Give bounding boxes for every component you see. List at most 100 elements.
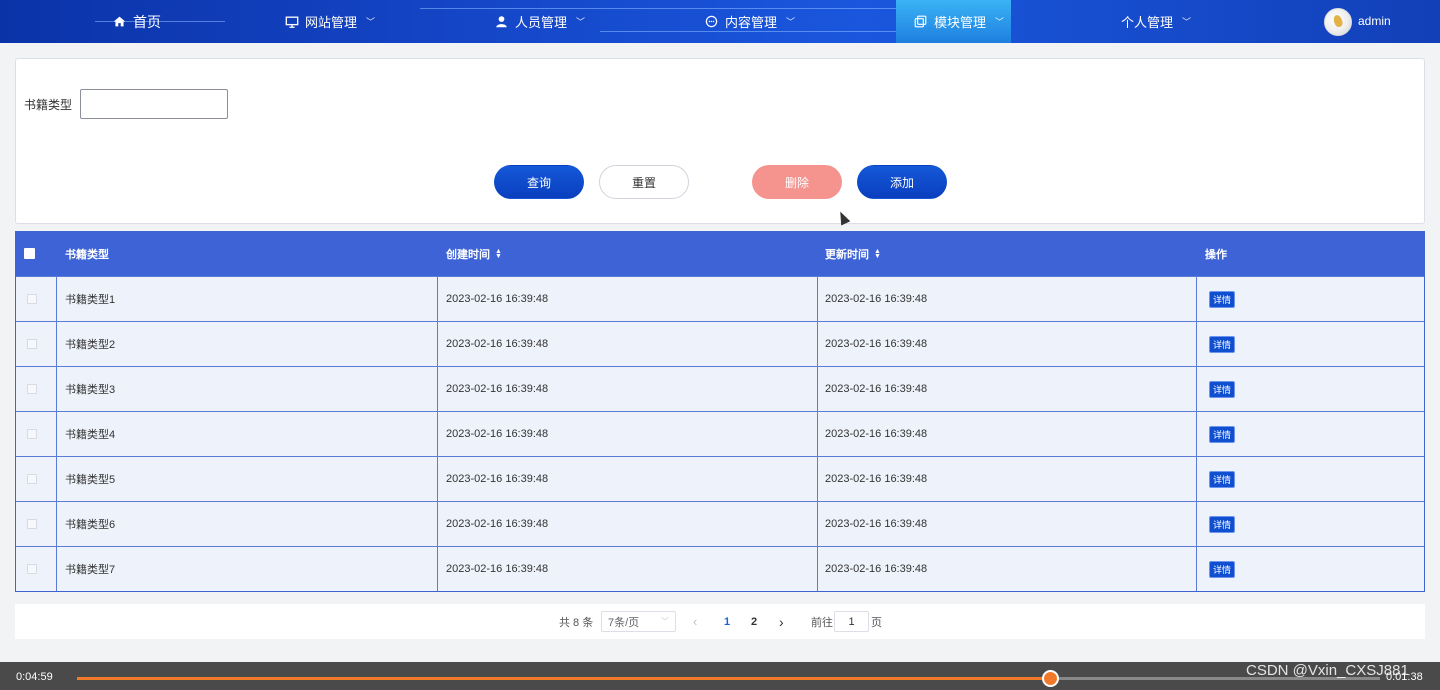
column-divider (437, 367, 438, 411)
book-type-input[interactable] (80, 89, 228, 119)
sort-icon[interactable]: ▲ ▼ (495, 248, 502, 260)
column-header-label: 操作 (1205, 249, 1227, 261)
column-divider (437, 457, 438, 501)
cell-updated: 2023-02-16 16:39:48 (825, 428, 928, 440)
column-divider (817, 322, 818, 366)
cell-type: 书籍类型7 (65, 564, 116, 576)
detail-button[interactable]: 详情 (1209, 471, 1235, 488)
nav-item-personal[interactable]: 个人管理 ﹀ (1121, 0, 1191, 43)
progress-track[interactable] (77, 670, 1380, 687)
detail-button[interactable]: 详情 (1209, 561, 1235, 578)
chevron-down-icon: ﹀ (576, 17, 586, 27)
total-count: 共 8 条 (559, 616, 594, 629)
cell-updated: 2023-02-16 16:39:48 (825, 293, 928, 305)
column-divider (1196, 367, 1197, 411)
column-divider (437, 502, 438, 546)
column-divider (437, 277, 438, 321)
chevron-down-icon: ﹀ (366, 17, 376, 27)
nav-item-website[interactable]: 网站管理 ﹀ (285, 0, 375, 43)
nav-item-content[interactable]: 内容管理 ﹀ (705, 0, 795, 43)
chevron-down-icon: ﹀ (786, 17, 796, 27)
next-page-icon[interactable]: › (779, 604, 784, 639)
goto-suffix: 页 (871, 616, 882, 629)
row-checkbox[interactable] (27, 429, 37, 439)
add-button[interactable]: 添加 (857, 165, 947, 199)
page-size-select[interactable]: 7条/页 ﹀ (601, 611, 676, 632)
column-divider (56, 547, 57, 591)
table-row: 书籍类型6 2023-02-16 16:39:48 2023-02-16 16:39… (16, 501, 1424, 546)
table-row: 书籍类型4 2023-02-16 16:39:48 2023-02-16 16:39… (16, 411, 1424, 456)
detail-button[interactable]: 详情 (1209, 381, 1235, 398)
column-header-label: 创建时间 (446, 249, 490, 261)
column-divider (817, 412, 818, 456)
cell-created: 2023-02-16 16:39:48 (446, 383, 549, 395)
row-checkbox[interactable] (27, 564, 37, 574)
username[interactable]: admin (1358, 14, 1391, 28)
current-time: 0:04:59 (16, 671, 53, 683)
row-checkbox[interactable] (27, 294, 37, 304)
progress-fill (77, 677, 1050, 680)
detail-button[interactable]: 详情 (1209, 426, 1235, 443)
page-number[interactable]: 1 (719, 604, 735, 639)
nav-item-label: 内容管理 (725, 15, 778, 30)
cell-type: 书籍类型1 (65, 294, 116, 306)
detail-button[interactable]: 详情 (1209, 516, 1235, 533)
column-header-type: 书籍类型 (65, 232, 109, 276)
goto-page-input[interactable]: 1 (834, 611, 869, 632)
watermark: CSDN @Vxin_CXSJ881 (1246, 662, 1409, 679)
delete-button[interactable]: 删除 (752, 165, 842, 199)
detail-button[interactable]: 详情 (1209, 291, 1235, 308)
row-checkbox[interactable] (27, 519, 37, 529)
nav-item-module[interactable]: 模块管理 ﹀ (896, 0, 1011, 43)
reset-button[interactable]: 重置 (599, 165, 689, 199)
detail-button[interactable]: 详情 (1209, 336, 1235, 353)
sort-icon[interactable]: ▲ ▼ (874, 248, 881, 260)
table-row: 书籍类型1 2023-02-16 16:39:48 2023-02-16 16:39… (16, 276, 1424, 321)
column-divider (56, 277, 57, 321)
cell-type: 书籍类型5 (65, 474, 116, 486)
select-all-checkbox[interactable] (24, 248, 35, 259)
table-header: 书籍类型 创建时间 ▲ ▼ 更新时间 ▲ ▼ 操作 (16, 232, 1424, 276)
search-label: 书籍类型 (24, 98, 73, 112)
user-icon (495, 15, 509, 29)
cell-updated: 2023-02-16 16:39:48 (825, 383, 928, 395)
column-divider (56, 457, 57, 501)
cell-type: 书籍类型4 (65, 429, 116, 441)
cell-created: 2023-02-16 16:39:48 (446, 293, 549, 305)
nav-item-personnel[interactable]: 人员管理 ﹀ (495, 0, 585, 43)
nav-item-label: 网站管理 (305, 15, 358, 30)
nav-item-label: 个人管理 (1121, 15, 1174, 30)
pagination: 共 8 条 7条/页 ﹀ ‹ 1 2 › 前往 1 页 (15, 604, 1425, 639)
nav-item-home[interactable]: 首页 (113, 0, 173, 43)
top-nav: 首页 网站管理 ﹀ 人员管理 ﹀ 内容管理 ﹀ 模块管理 ﹀ 个人管理 ﹀ ad… (0, 0, 1440, 43)
column-divider (56, 367, 57, 411)
row-checkbox[interactable] (27, 339, 37, 349)
cell-updated: 2023-02-16 16:39:48 (825, 518, 928, 530)
column-divider (1196, 277, 1197, 321)
chevron-down-icon: ﹀ (1182, 17, 1192, 27)
avatar[interactable] (1324, 8, 1352, 36)
table-row: 书籍类型3 2023-02-16 16:39:48 2023-02-16 16:39… (16, 366, 1424, 411)
column-divider (817, 547, 818, 591)
prev-page-icon[interactable]: ‹ (693, 604, 697, 639)
column-header-label: 书籍类型 (65, 249, 109, 261)
column-divider (1196, 457, 1197, 501)
table-row: 书籍类型7 2023-02-16 16:39:48 2023-02-16 16:39… (16, 546, 1424, 591)
column-divider (817, 457, 818, 501)
cell-type: 书籍类型3 (65, 384, 116, 396)
column-header-updated[interactable]: 更新时间 ▲ ▼ (825, 232, 881, 276)
row-checkbox[interactable] (27, 474, 37, 484)
column-header-actions: 操作 (1205, 232, 1227, 276)
progress-handle[interactable] (1042, 670, 1059, 687)
home-icon (113, 15, 127, 29)
cell-created: 2023-02-16 16:39:48 (446, 563, 549, 575)
column-divider (437, 547, 438, 591)
page-number[interactable]: 2 (746, 604, 762, 639)
row-checkbox[interactable] (27, 384, 37, 394)
column-header-created[interactable]: 创建时间 ▲ ▼ (446, 232, 502, 276)
table-row: 书籍类型2 2023-02-16 16:39:48 2023-02-16 16:39… (16, 321, 1424, 366)
cell-created: 2023-02-16 16:39:48 (446, 338, 549, 350)
query-button[interactable]: 查询 (494, 165, 584, 199)
chevron-down-icon: ﹀ (661, 617, 669, 626)
column-header-label: 更新时间 (825, 249, 869, 261)
